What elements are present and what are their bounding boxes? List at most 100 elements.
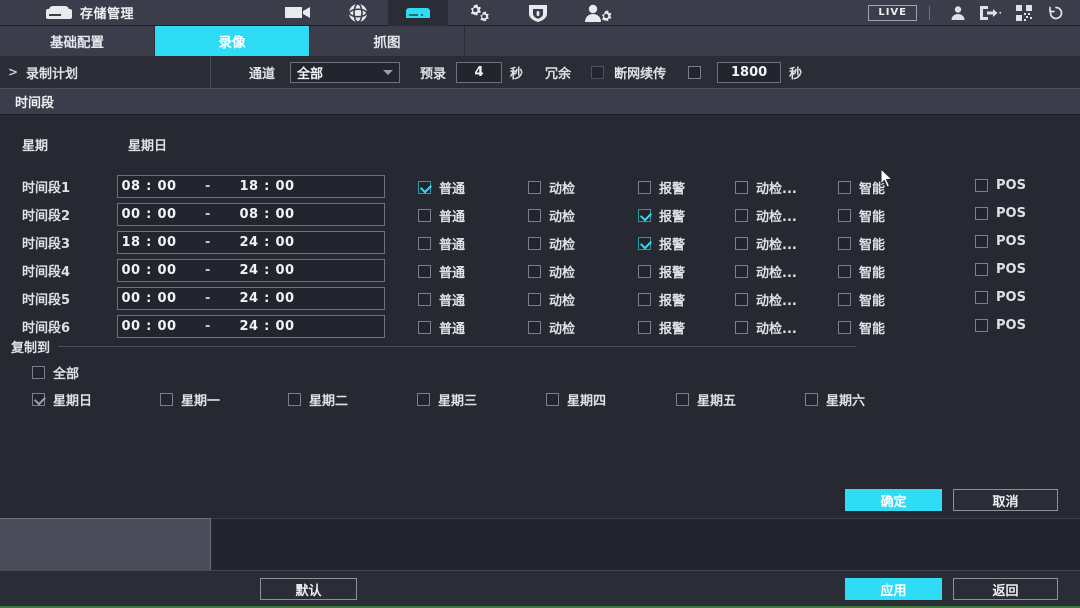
- user-icon[interactable]: [942, 0, 974, 26]
- back-button[interactable]: 返回: [953, 578, 1058, 600]
- record-type-checkbox[interactable]: [638, 265, 651, 278]
- redundancy-checkbox[interactable]: [591, 66, 604, 79]
- user-settings-icon[interactable]: [568, 0, 628, 26]
- record-type-checkbox[interactable]: [528, 237, 541, 250]
- record-type-checkbox[interactable]: [638, 237, 651, 250]
- record-type-checkbox-cell[interactable]: 报警: [638, 206, 685, 225]
- copy-to-all-checkbox[interactable]: [32, 366, 45, 379]
- record-type-checkbox[interactable]: [638, 321, 651, 334]
- copy-to-day-checkbox[interactable]: [32, 393, 45, 406]
- period-time-range-input[interactable]: 08:00-18:00: [117, 175, 385, 198]
- record-type-checkbox[interactable]: [638, 293, 651, 306]
- record-type-checkbox[interactable]: [528, 321, 541, 334]
- record-type-checkbox-cell[interactable]: 智能: [838, 206, 885, 225]
- record-type-checkbox[interactable]: [638, 181, 651, 194]
- record-type-checkbox[interactable]: [528, 265, 541, 278]
- record-type-checkbox-cell[interactable]: 智能: [838, 234, 885, 253]
- copy-to-day[interactable]: 星期四: [546, 390, 606, 409]
- ok-button[interactable]: 确定: [845, 489, 942, 511]
- record-type-checkbox[interactable]: [418, 265, 431, 278]
- record-type-checkbox-cell[interactable]: 报警: [638, 178, 685, 197]
- record-type-checkbox-cell[interactable]: 报警: [638, 234, 685, 253]
- record-type-checkbox[interactable]: [838, 181, 851, 194]
- prerecord-input[interactable]: 4: [456, 62, 502, 83]
- apply-button[interactable]: 应用: [845, 578, 942, 600]
- record-type-checkbox-cell[interactable]: 报警: [638, 290, 685, 309]
- copy-to-day[interactable]: 星期六: [805, 390, 865, 409]
- restore-icon[interactable]: [1040, 0, 1072, 26]
- copy-to-day[interactable]: 星期一: [160, 390, 220, 409]
- ai-network-icon[interactable]: [328, 0, 388, 26]
- tab-record[interactable]: 录像: [155, 26, 310, 56]
- record-type-checkbox[interactable]: [528, 293, 541, 306]
- record-type-checkbox-cell[interactable]: 智能: [838, 290, 885, 309]
- record-type-checkbox-cell[interactable]: 动检...: [735, 318, 797, 337]
- record-type-checkbox-cell[interactable]: 动检...: [735, 206, 797, 225]
- record-type-checkbox[interactable]: [638, 209, 651, 222]
- camera-icon[interactable]: [268, 0, 328, 26]
- copy-to-day[interactable]: 星期五: [676, 390, 736, 409]
- period-time-range-input[interactable]: 00:00-08:00: [117, 203, 385, 226]
- record-type-checkbox-cell[interactable]: POS: [975, 318, 1026, 333]
- record-type-checkbox[interactable]: [838, 321, 851, 334]
- record-type-checkbox-cell[interactable]: 动检: [528, 262, 575, 281]
- record-type-checkbox[interactable]: [528, 181, 541, 194]
- record-type-checkbox-cell[interactable]: POS: [975, 290, 1026, 305]
- record-type-checkbox-cell[interactable]: 报警: [638, 318, 685, 337]
- period-time-range-input[interactable]: 00:00-24:00: [117, 315, 385, 338]
- record-type-checkbox-cell[interactable]: 普通: [418, 178, 465, 197]
- default-button[interactable]: 默认: [260, 578, 357, 600]
- record-type-checkbox-cell[interactable]: 动检: [528, 206, 575, 225]
- copy-to-day[interactable]: 星期日: [32, 390, 92, 409]
- shield-icon[interactable]: [508, 0, 568, 26]
- period-time-range-input[interactable]: 18:00-24:00: [117, 231, 385, 254]
- record-type-checkbox[interactable]: [975, 291, 988, 304]
- channel-select[interactable]: 全部: [290, 62, 400, 83]
- record-type-checkbox-cell[interactable]: 动检: [528, 318, 575, 337]
- record-type-checkbox[interactable]: [975, 179, 988, 192]
- copy-to-day-checkbox[interactable]: [160, 393, 173, 406]
- record-type-checkbox-cell[interactable]: 普通: [418, 318, 465, 337]
- record-type-checkbox-cell[interactable]: 智能: [838, 262, 885, 281]
- record-type-checkbox-cell[interactable]: 动检...: [735, 290, 797, 309]
- record-type-checkbox-cell[interactable]: POS: [975, 206, 1026, 221]
- record-type-checkbox[interactable]: [735, 209, 748, 222]
- record-type-checkbox-cell[interactable]: 动检: [528, 234, 575, 253]
- record-type-checkbox[interactable]: [418, 293, 431, 306]
- record-type-checkbox[interactable]: [838, 265, 851, 278]
- qr-code-icon[interactable]: [1008, 0, 1040, 26]
- copy-to-day-checkbox[interactable]: [805, 393, 818, 406]
- record-type-checkbox-cell[interactable]: 动检...: [735, 262, 797, 281]
- copy-to-all[interactable]: 全部: [32, 363, 79, 382]
- storage-icon[interactable]: [388, 0, 448, 26]
- copy-to-day-checkbox[interactable]: [546, 393, 559, 406]
- record-type-checkbox[interactable]: [418, 209, 431, 222]
- record-type-checkbox[interactable]: [735, 321, 748, 334]
- tab-basic-config[interactable]: 基础配置: [0, 26, 155, 56]
- record-type-checkbox[interactable]: [975, 263, 988, 276]
- record-type-checkbox[interactable]: [975, 319, 988, 332]
- period-time-range-input[interactable]: 00:00-24:00: [117, 287, 385, 310]
- cancel-button[interactable]: 取消: [953, 489, 1058, 511]
- record-type-checkbox-cell[interactable]: 普通: [418, 262, 465, 281]
- record-type-checkbox[interactable]: [838, 237, 851, 250]
- period-time-range-input[interactable]: 00:00-24:00: [117, 259, 385, 282]
- record-type-checkbox[interactable]: [418, 181, 431, 194]
- record-type-checkbox[interactable]: [975, 207, 988, 220]
- record-type-checkbox-cell[interactable]: 报警: [638, 262, 685, 281]
- record-type-checkbox[interactable]: [838, 209, 851, 222]
- record-type-checkbox[interactable]: [735, 181, 748, 194]
- record-type-checkbox[interactable]: [735, 237, 748, 250]
- resume-checkbox[interactable]: [688, 66, 701, 79]
- record-type-checkbox-cell[interactable]: 动检...: [735, 178, 797, 197]
- copy-to-day-checkbox[interactable]: [417, 393, 430, 406]
- record-type-checkbox-cell[interactable]: 普通: [418, 290, 465, 309]
- record-type-checkbox-cell[interactable]: 动检...: [735, 234, 797, 253]
- record-type-checkbox-cell[interactable]: POS: [975, 234, 1026, 249]
- tab-snapshot[interactable]: 抓图: [310, 26, 465, 56]
- gears-icon[interactable]: [448, 0, 508, 26]
- record-type-checkbox[interactable]: [528, 209, 541, 222]
- record-type-checkbox-cell[interactable]: POS: [975, 178, 1026, 193]
- record-type-checkbox[interactable]: [735, 265, 748, 278]
- record-type-checkbox[interactable]: [735, 293, 748, 306]
